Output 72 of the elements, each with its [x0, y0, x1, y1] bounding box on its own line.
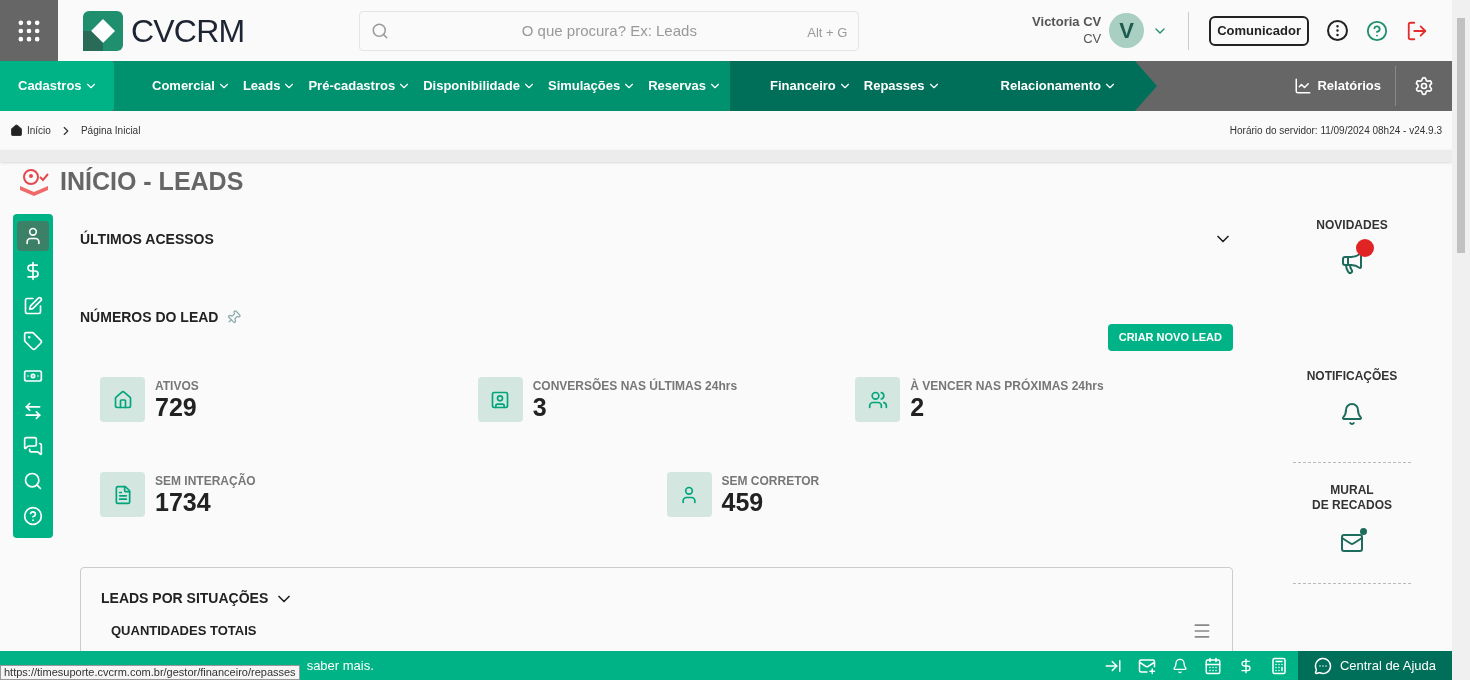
menu-item[interactable]: Repasses: [863, 76, 941, 96]
edit-icon: [23, 296, 43, 316]
search-icon: [371, 21, 390, 40]
more-icon[interactable]: [1327, 20, 1348, 41]
mail-icon[interactable]: [1340, 531, 1364, 555]
server-time: Horário do servidor: 11/09/2024 08h24 - v24.9.3: [1229, 124, 1442, 138]
shortcut-hint: Alt + G: [807, 23, 848, 42]
stat-label: SEM INTERAÇÃO: [155, 474, 256, 487]
stat-label: ATIVOS: [155, 379, 199, 392]
stat-value: 3: [532, 394, 548, 420]
stat-value: 459: [721, 489, 765, 515]
panel-title: NOVIDADES: [1316, 218, 1388, 233]
user-avatar[interactable]: V: [1109, 13, 1145, 48]
scrollbar[interactable]: [1452, 0, 1470, 680]
stat-value: 2: [910, 394, 926, 420]
help-icon: [23, 506, 43, 526]
page-title: INÍCIO - LEADS: [60, 166, 244, 198]
reports-button[interactable]: Relatórios: [1294, 76, 1395, 96]
menu-item[interactable]: Relacionamento: [1000, 76, 1117, 96]
menu-item[interactable]: Comercial: [152, 76, 231, 96]
menu-icon[interactable]: [1192, 621, 1212, 641]
bell-icon[interactable]: [1171, 657, 1188, 674]
tag-icon: [23, 331, 43, 351]
breadcrumb-link[interactable]: Início: [27, 123, 51, 138]
toolbar-button[interactable]: [17, 221, 49, 251]
stat-label: À VENCER NAS PRÓXIMAS 24hrs: [910, 379, 1104, 392]
card-subtitle: QUANTIDADES TOTAIS: [111, 622, 257, 641]
communicator-button[interactable]: Comunicador: [1209, 15, 1309, 46]
house-icon: [112, 389, 133, 410]
settings-icon: [1414, 76, 1434, 96]
chat-icon: [1313, 656, 1332, 675]
footer-message: saber mais.: [306, 656, 374, 675]
breadcrumb-link[interactable]: Página Inicial: [80, 123, 141, 138]
apps-menu-button[interactable]: [0, 0, 58, 61]
user-role: CV: [1083, 30, 1102, 47]
leads-icon: [18, 168, 50, 196]
stat-value: 729: [155, 394, 198, 420]
megaphone-icon[interactable]: [1340, 251, 1364, 275]
mail-icon[interactable]: [1137, 656, 1156, 675]
section-title: NÚMEROS DO LEAD: [80, 307, 219, 327]
bell-icon[interactable]: [1340, 402, 1364, 426]
section-title: ÚLTIMOS ACESSOS: [80, 229, 214, 249]
stat-value: 1734: [155, 489, 211, 515]
logout-icon[interactable]: [1406, 19, 1428, 42]
stat-label: SEM CORRETOR: [721, 474, 820, 487]
home-icon: [10, 124, 23, 137]
user-icon: [23, 226, 43, 246]
brand-logo: CVCRM: [83, 10, 245, 51]
user-name: Victoria CV: [1032, 14, 1102, 31]
calendar-icon[interactable]: [1203, 656, 1222, 675]
user-icon: [679, 484, 699, 505]
help-center-button[interactable]: Central de Ajuda: [1297, 651, 1452, 680]
menu-item[interactable]: Simulações: [547, 76, 637, 96]
menu-item[interactable]: Disponibilidade: [423, 76, 536, 96]
url-tooltip: https://timesuporte.cvcrm.com.br/gestor/financeiro/repasses: [0, 665, 300, 680]
chat-icon: [23, 436, 43, 456]
menu-item[interactable]: Pré-cadastros: [308, 76, 412, 96]
panel-title: NOTIFICAÇÕES: [1306, 369, 1398, 384]
menu-item[interactable]: Leads: [242, 76, 297, 96]
chart-icon: [1294, 77, 1313, 95]
menu-item[interactable]: Reservas: [648, 76, 723, 96]
user-badge-icon: [490, 389, 511, 410]
stat-label: CONVERSÕES NAS ÚLTIMAS 24hrs: [532, 379, 738, 392]
menu-item[interactable]: Financeiro: [770, 76, 852, 96]
card-title: LEADS POR SITUAÇÕES: [101, 589, 269, 608]
calculator-icon[interactable]: [1269, 656, 1288, 675]
swap-icon: [23, 401, 43, 421]
panel-title: MURAL DE RECADOS: [1312, 483, 1392, 513]
create-lead-button[interactable]: CRIAR NOVO LEAD: [1107, 324, 1233, 351]
users-icon: [867, 389, 888, 410]
help-icon[interactable]: [1366, 19, 1388, 42]
search-icon: [23, 471, 43, 491]
